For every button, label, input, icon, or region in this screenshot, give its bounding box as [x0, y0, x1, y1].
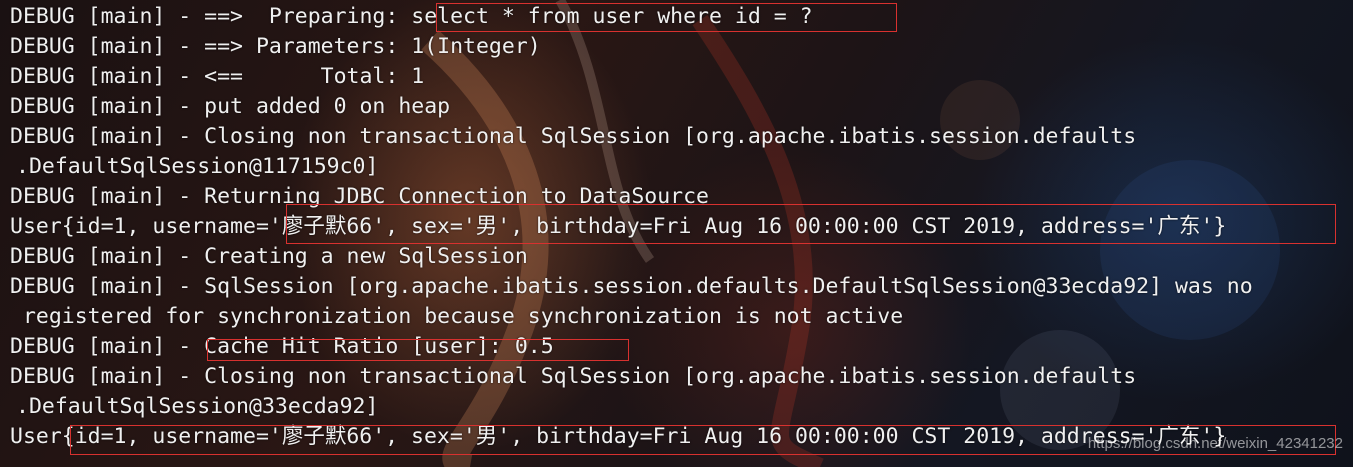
console-output: DEBUG [main] - ==> Preparing: select * f…: [0, 0, 1353, 467]
log-line: DEBUG [main] - Closing non transactional…: [10, 124, 1137, 149]
log-line: DEBUG [main] - Cache Hit Ratio [user]: 0…: [10, 334, 554, 359]
log-line: DEBUG [main] - Creating a new SqlSession: [10, 244, 528, 269]
log-line: DEBUG [main] - ==> Parameters: 1(Integer…: [10, 34, 541, 59]
log-line: User{id=1, username='廖子默66', sex='男', bi…: [10, 214, 1227, 239]
log-line: DEBUG [main] - Returning JDBC Connection…: [10, 184, 709, 209]
log-line: .DefaultSqlSession@117159c0]: [16, 154, 379, 179]
log-line: DEBUG [main] - <== Total: 1: [10, 64, 425, 89]
log-line: registered for synchronization because s…: [10, 304, 904, 329]
log-line: DEBUG [main] - SqlSession [org.apache.ib…: [10, 274, 1253, 299]
log-line: DEBUG [main] - ==> Preparing: select * f…: [10, 4, 813, 29]
log-lines: DEBUG [main] - ==> Preparing: select * f…: [10, 2, 1353, 452]
watermark: https://blog.csdn.net/weixin_42341232: [1087, 435, 1343, 452]
log-line: DEBUG [main] - Closing non transactional…: [10, 364, 1137, 389]
log-line: DEBUG [main] - put added 0 on heap: [10, 94, 451, 119]
log-line: .DefaultSqlSession@33ecda92]: [16, 394, 379, 419]
